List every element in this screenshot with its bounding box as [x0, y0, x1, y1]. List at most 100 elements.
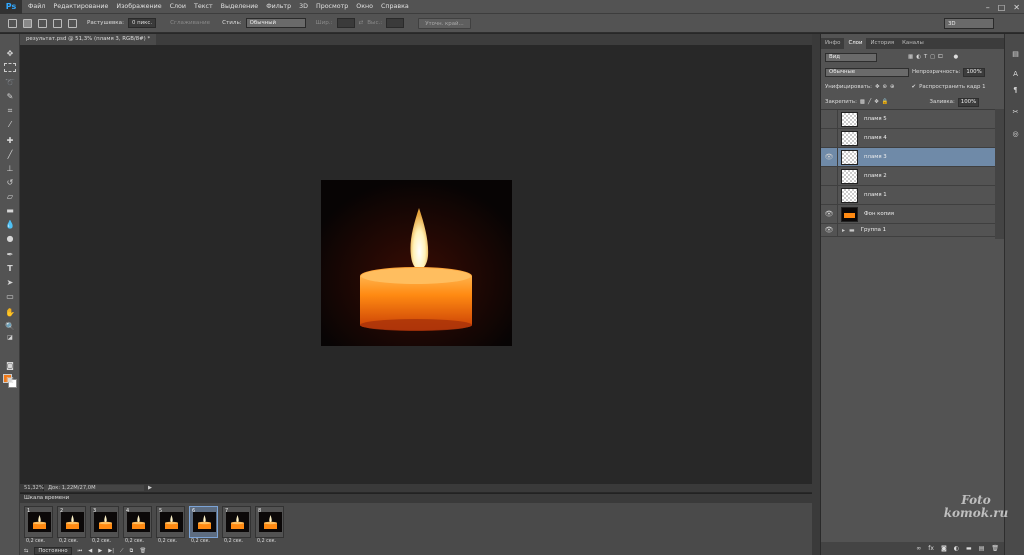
- layer-row[interactable]: 👁 Фон копия: [821, 204, 995, 224]
- zoom-level[interactable]: 51,32%: [20, 485, 44, 491]
- lock-transparent-icon[interactable]: ▩: [860, 99, 865, 105]
- layer-row[interactable]: пламя 2: [821, 166, 995, 186]
- new-selection-icon[interactable]: [23, 18, 32, 28]
- frame-delay-select[interactable]: 0,2 сек.: [257, 539, 286, 544]
- delete-layer-icon[interactable]: 🗑: [991, 545, 999, 552]
- frame-delay-select[interactable]: 0,2 сек.: [191, 539, 220, 544]
- kind-filter-select[interactable]: Вид: [825, 52, 877, 62]
- visibility-eye-icon[interactable]: 👁: [821, 223, 838, 237]
- delete-frame-icon[interactable]: 🗑: [139, 548, 146, 554]
- unify-position-icon[interactable]: ✥: [875, 84, 880, 90]
- layer-row[interactable]: пламя 4: [821, 128, 995, 148]
- animation-frame[interactable]: 8: [255, 506, 284, 538]
- subtract-selection-icon[interactable]: [53, 18, 62, 28]
- frame-delay-select[interactable]: 0,2 сек.: [26, 539, 55, 544]
- history-brush-icon[interactable]: ↺: [4, 177, 16, 188]
- tab-info[interactable]: Инфо: [821, 38, 844, 49]
- lock-pixels-icon[interactable]: ╱: [868, 99, 871, 105]
- pen-tool-icon[interactable]: ✒: [4, 249, 16, 260]
- lasso-tool-icon[interactable]: ➰: [4, 77, 16, 88]
- width-input[interactable]: [336, 18, 355, 28]
- history-panel-icon[interactable]: ▤: [1010, 48, 1021, 59]
- status-arrow-icon[interactable]: ▶: [148, 485, 152, 491]
- new-layer-icon[interactable]: ▤: [979, 545, 985, 552]
- brush-tool-icon[interactable]: ╱: [4, 149, 16, 160]
- visibility-eye-icon[interactable]: 👁: [821, 147, 838, 167]
- lock-position-icon[interactable]: ✥: [874, 99, 879, 105]
- tool-presets-icon[interactable]: ✂: [1010, 106, 1021, 117]
- unify-style-icon[interactable]: ⊕: [890, 84, 895, 90]
- frame-delay-select[interactable]: 0,2 сек.: [59, 539, 88, 544]
- eyedropper-tool-icon[interactable]: ⁄: [4, 119, 16, 130]
- quick-select-tool-icon[interactable]: ✎: [4, 91, 16, 102]
- duplicate-frame-icon[interactable]: ⧉: [130, 548, 134, 555]
- opacity-input[interactable]: 100%: [963, 67, 985, 77]
- crop-tool-icon[interactable]: ⌗: [4, 105, 16, 116]
- menu-select[interactable]: Выделение: [217, 0, 263, 14]
- path-select-icon[interactable]: ➤: [4, 277, 16, 288]
- menu-3d[interactable]: 3D: [295, 0, 312, 14]
- dock-divider[interactable]: [812, 34, 820, 555]
- animation-frame[interactable]: 7: [222, 506, 251, 538]
- visibility-eye-icon[interactable]: [821, 185, 838, 205]
- propagate-checkbox[interactable]: ✔: [912, 84, 917, 90]
- swap-icon[interactable]: ⇄: [359, 20, 364, 26]
- filter-toggle-icon[interactable]: ●: [954, 54, 959, 60]
- refine-edge-button[interactable]: Уточн. край...: [418, 17, 471, 29]
- first-frame-button[interactable]: ⏮: [78, 548, 83, 555]
- tween-icon[interactable]: ⟋: [120, 548, 124, 555]
- layer-row[interactable]: пламя 1: [821, 185, 995, 205]
- document-info[interactable]: Док: 1,22М/27,0М: [44, 485, 144, 491]
- menu-window[interactable]: Окно: [352, 0, 377, 14]
- animation-frame[interactable]: 5: [156, 506, 185, 538]
- style-select[interactable]: Обычный: [245, 18, 306, 28]
- animation-frame[interactable]: 4: [123, 506, 152, 538]
- unify-visibility-icon[interactable]: ⊛: [882, 84, 887, 90]
- workspace-select[interactable]: 3D: [944, 18, 994, 29]
- minimize-button[interactable]: –: [986, 3, 990, 12]
- healing-brush-icon[interactable]: ✚: [4, 135, 16, 146]
- menu-filter[interactable]: Фильтр: [262, 0, 295, 14]
- zoom-tool-icon[interactable]: 🔍: [4, 321, 16, 332]
- brushes-panel-icon[interactable]: ◎: [1010, 128, 1021, 139]
- filter-pixel-icon[interactable]: ▦: [908, 54, 913, 60]
- convert-timeline-icon[interactable]: ⇆: [24, 548, 28, 554]
- adjustment-layer-icon[interactable]: ◐: [954, 545, 959, 552]
- gradient-tool-icon[interactable]: ▬: [4, 205, 16, 216]
- visibility-eye-icon[interactable]: [821, 166, 838, 186]
- animation-frame[interactable]: 2: [57, 506, 86, 538]
- hand-tool-icon[interactable]: ✋: [4, 307, 16, 318]
- eraser-tool-icon[interactable]: ▱: [4, 191, 16, 202]
- visibility-eye-icon[interactable]: [821, 128, 838, 148]
- add-selection-icon[interactable]: [38, 18, 47, 28]
- quick-mask-icon[interactable]: ◙: [4, 360, 16, 371]
- add-mask-icon[interactable]: ◙: [941, 545, 947, 552]
- filter-type-icon[interactable]: T: [924, 54, 927, 60]
- next-frame-button[interactable]: ▶|: [108, 548, 114, 554]
- layer-style-icon[interactable]: fx: [928, 545, 934, 552]
- move-tool-icon[interactable]: ✥: [4, 48, 16, 59]
- menu-type[interactable]: Текст: [190, 0, 217, 14]
- marquee-tool-icon[interactable]: [4, 63, 16, 72]
- menu-file[interactable]: Файл: [24, 0, 49, 14]
- clone-stamp-icon[interactable]: ⊥: [4, 163, 16, 174]
- character-panel-icon[interactable]: A: [1010, 68, 1021, 79]
- animation-frame[interactable]: 6: [189, 506, 218, 538]
- visibility-eye-icon[interactable]: 👁: [821, 204, 838, 224]
- frame-delay-select[interactable]: 0,2 сек.: [125, 539, 154, 544]
- filter-adjust-icon[interactable]: ◐: [916, 54, 921, 60]
- height-input[interactable]: [386, 18, 405, 28]
- loop-select[interactable]: Постоянно: [34, 547, 72, 555]
- maximize-button[interactable]: □: [998, 3, 1006, 12]
- blend-mode-select[interactable]: Обычные: [825, 67, 909, 77]
- frame-delay-select[interactable]: 0,2 сек.: [224, 539, 253, 544]
- play-button[interactable]: ▶: [98, 548, 102, 554]
- layer-row[interactable]: 👁 пламя 3: [821, 147, 995, 167]
- fill-input[interactable]: 100%: [957, 97, 980, 107]
- frame-delay-select[interactable]: 0,2 сек.: [92, 539, 121, 544]
- menu-image[interactable]: Изображение: [112, 0, 165, 14]
- tab-layers[interactable]: Слои: [844, 38, 867, 49]
- tab-history[interactable]: История: [866, 38, 898, 49]
- layer-row[interactable]: 👁 ▸ ▬ Группа 1: [821, 223, 995, 237]
- menu-view[interactable]: Просмотр: [312, 0, 352, 14]
